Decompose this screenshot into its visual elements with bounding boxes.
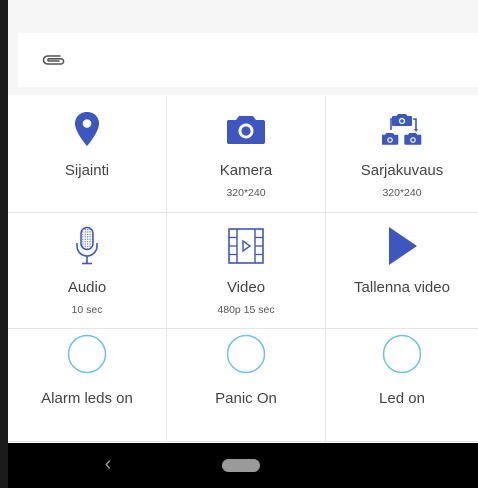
microphone-icon — [8, 226, 166, 265]
tile-panic-on[interactable]: Panic On — [167, 329, 326, 442]
tile-tallenna-video[interactable]: Tallenna video — [326, 213, 478, 329]
tile-sijainti[interactable]: Sijainti — [8, 96, 167, 213]
tile-kamera[interactable]: Kamera 320*240 — [167, 96, 326, 213]
back-chevron-icon[interactable]: ‹ — [98, 452, 118, 476]
play-icon — [326, 227, 478, 265]
circle-toggle-icon — [167, 334, 325, 374]
tile-label: Led on — [379, 390, 425, 407]
tile-label: Video — [226, 279, 266, 296]
tile-sublabel: 10 sec — [71, 304, 103, 316]
tile-audio[interactable]: Audio 10 sec — [8, 213, 167, 329]
paperclip-icon[interactable] — [40, 52, 68, 68]
circle-toggle-icon — [326, 334, 478, 374]
circle-toggle-icon — [8, 334, 166, 374]
tile-led-on[interactable]: Led on — [326, 329, 478, 442]
tile-label: Panic On — [215, 390, 277, 407]
tile-sublabel: 480p 15 sec — [217, 304, 275, 316]
tile-alarm-leds-on[interactable]: Alarm leds on — [8, 329, 167, 442]
tile-sublabel: 320*240 — [382, 187, 422, 199]
tile-sublabel: 320*240 — [226, 187, 266, 199]
tile-label: Sijainti — [64, 162, 110, 179]
app-screen: Sijainti Kamera 320*240 Sarjakuvaus 320*… — [0, 0, 478, 488]
tile-label: Alarm leds on — [41, 390, 133, 407]
tile-label: Tallenna video — [354, 279, 450, 296]
tile-label: Sarjakuvaus — [360, 162, 444, 179]
action-grid: Sijainti Kamera 320*240 Sarjakuvaus 320*… — [8, 96, 478, 442]
tile-label: Audio — [67, 279, 107, 296]
tile-video[interactable]: Video 480p 15 sec — [167, 213, 326, 329]
home-pill-icon[interactable] — [222, 459, 260, 472]
video-film-icon — [167, 227, 325, 265]
location-pin-icon — [8, 110, 166, 148]
system-navigation-bar: ‹ — [8, 443, 478, 488]
tile-sarjakuvaus[interactable]: Sarjakuvaus 320*240 — [326, 96, 478, 213]
camera-icon — [167, 110, 325, 148]
burst-camera-icon — [326, 110, 478, 148]
tile-label: Kamera — [219, 162, 273, 179]
attachment-bar[interactable] — [18, 33, 478, 87]
